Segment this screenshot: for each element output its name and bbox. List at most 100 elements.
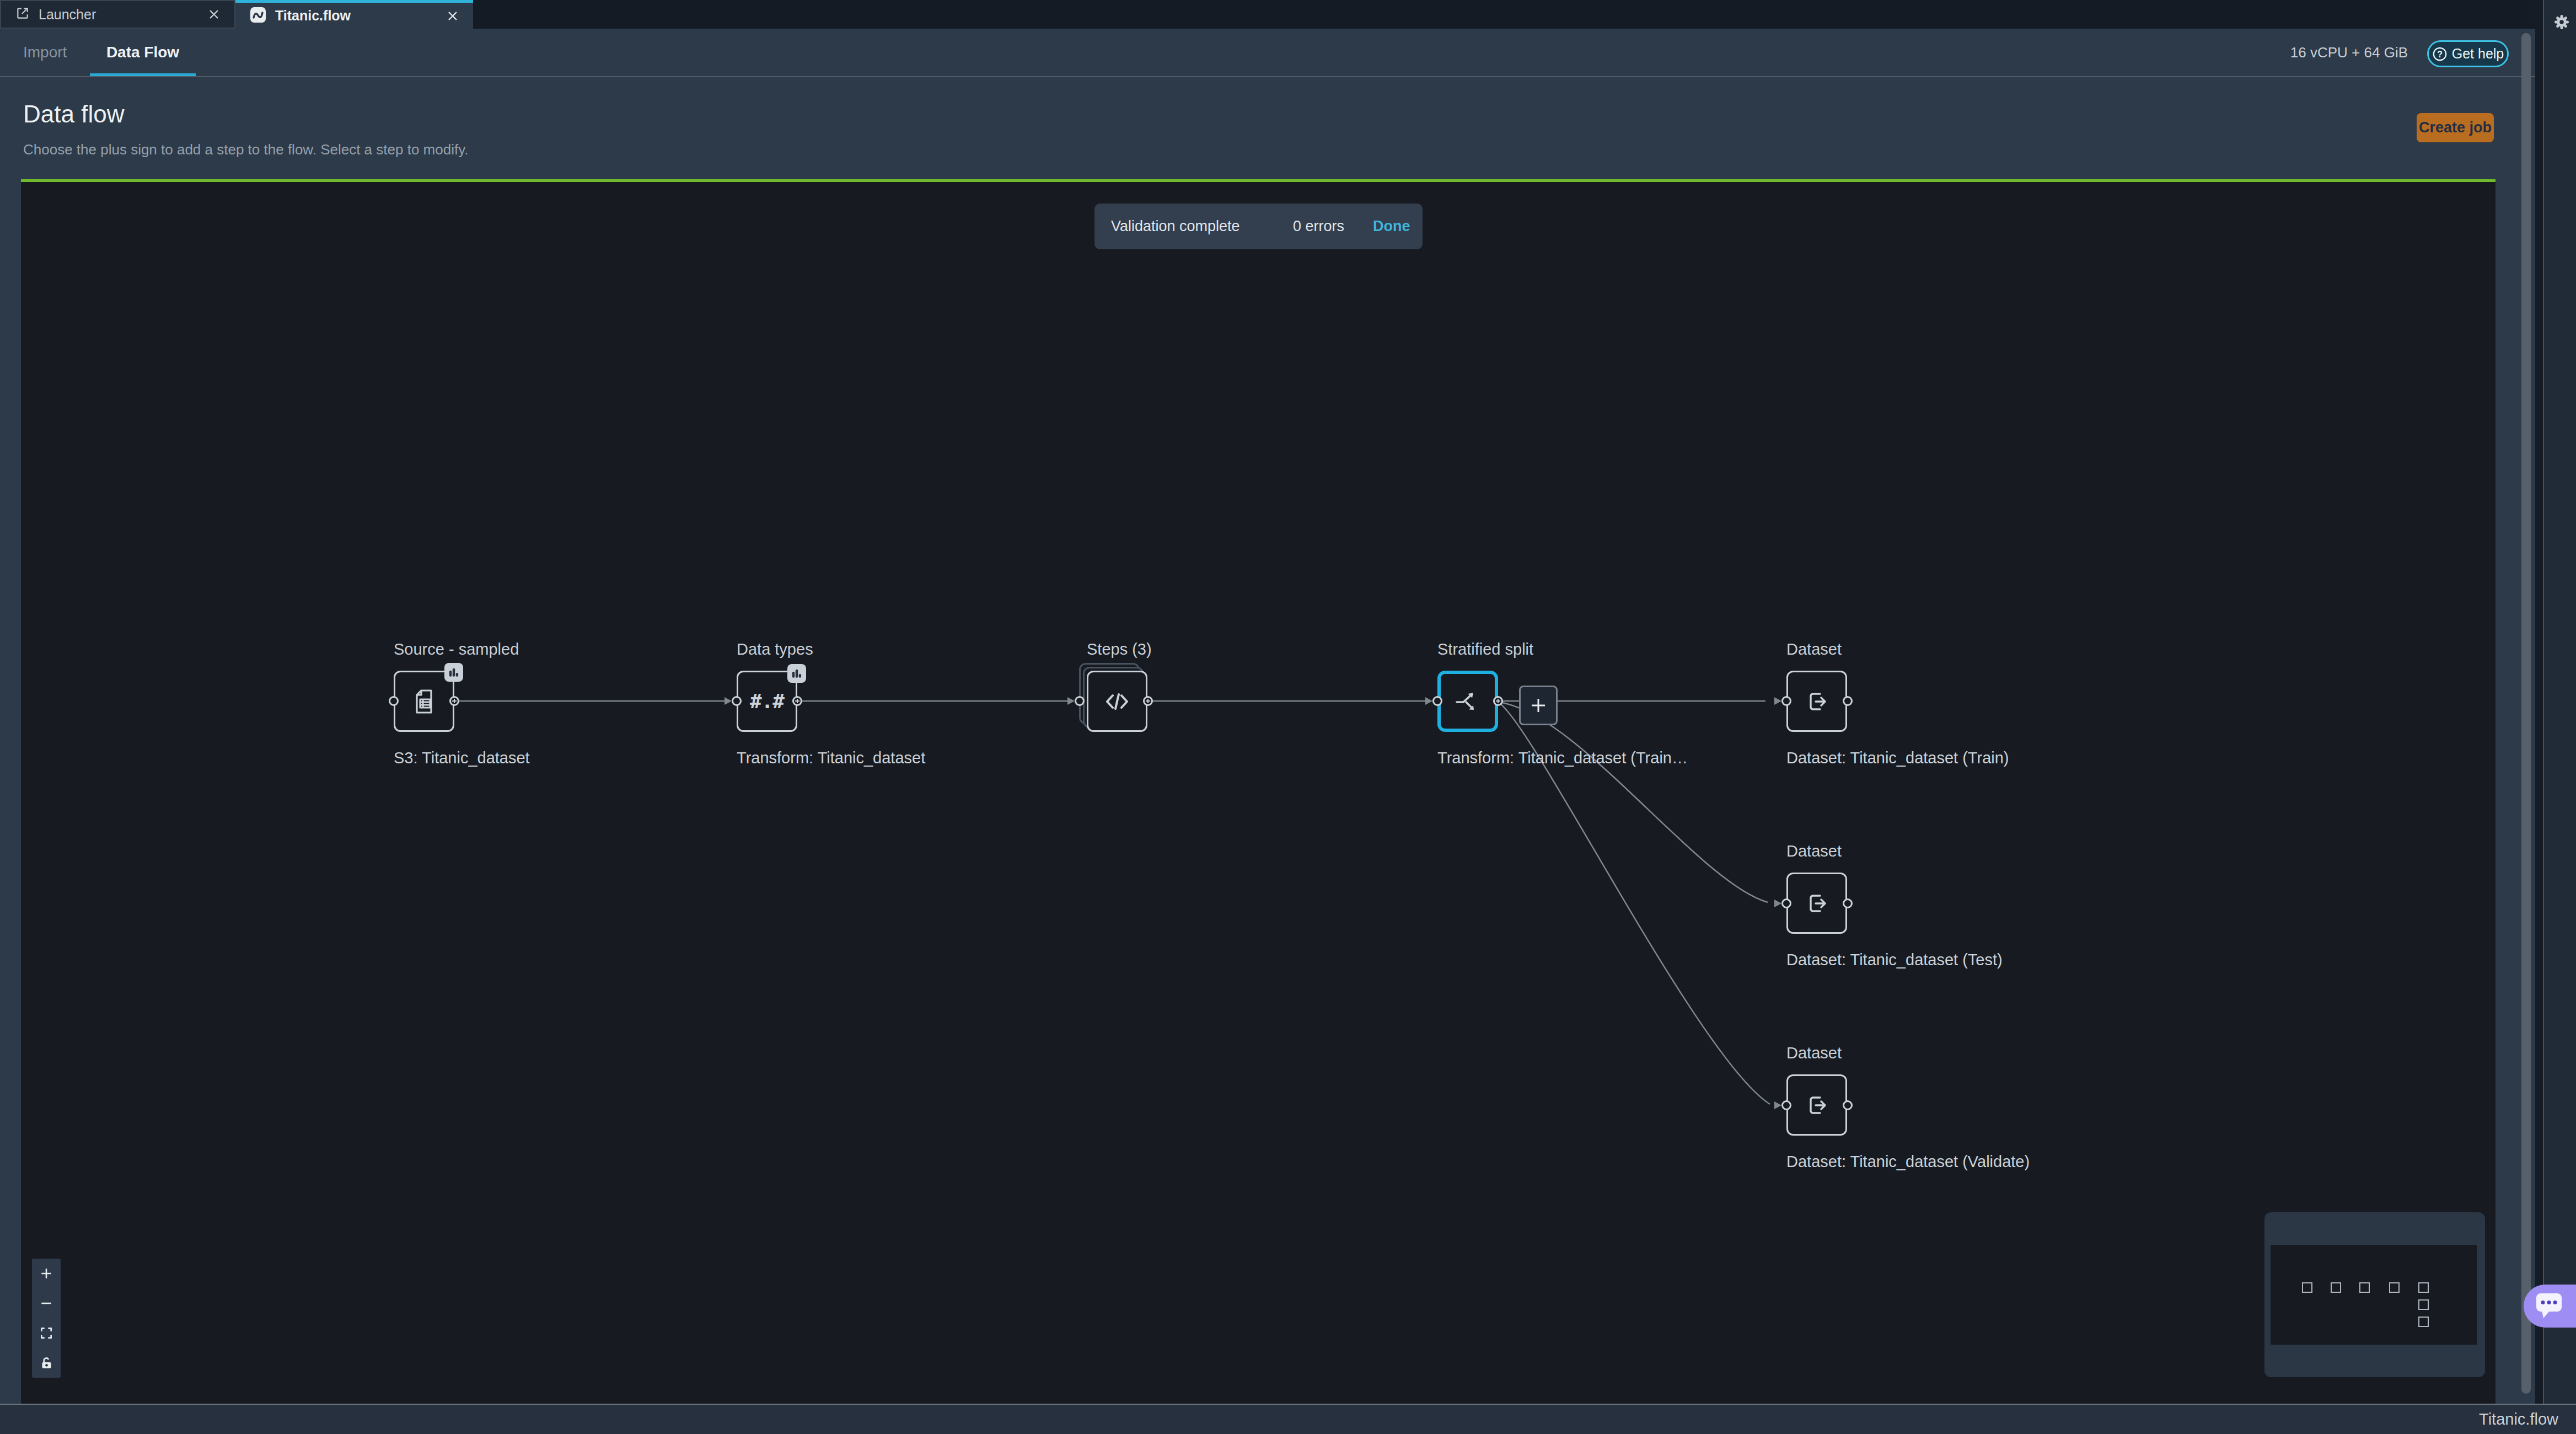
- validation-banner: Validation complete 0 errors Done: [1094, 204, 1423, 249]
- page-title: Data flow: [23, 100, 124, 128]
- svg-text:?: ?: [2437, 49, 2443, 58]
- node-dataset-validate-box[interactable]: [1786, 1074, 1847, 1136]
- insights-badge[interactable]: [444, 663, 463, 682]
- validation-status: Validation complete: [1111, 204, 1240, 249]
- node-data-types: Data types #.# Transform: Titanic_datase…: [737, 639, 797, 768]
- tab-launcher-label: Launcher: [39, 7, 199, 23]
- input-port[interactable]: [1781, 898, 1791, 908]
- page-header: Data flow Choose the plus sign to add a …: [0, 77, 2576, 179]
- node-title: Dataset: [1786, 841, 1847, 862]
- output-port[interactable]: [1493, 696, 1503, 706]
- toolbar: Import Data Flow 16 vCPU + 64 GiB ? Get …: [0, 29, 2576, 77]
- node-source: Source - sampled S3: Titanic_dataset: [394, 639, 454, 768]
- insights-badge[interactable]: [787, 664, 806, 683]
- output-port[interactable]: [792, 696, 802, 706]
- minimap[interactable]: [2264, 1212, 2485, 1377]
- node-title: Dataset: [1786, 1042, 1847, 1063]
- tab-data-flow[interactable]: Data Flow: [90, 29, 196, 76]
- zoom-out-button[interactable]: [32, 1288, 61, 1318]
- add-step-button[interactable]: [1519, 686, 1558, 725]
- document-icon: [409, 686, 439, 717]
- node-label: S3: Titanic_dataset: [394, 748, 454, 768]
- plus-icon: [1527, 694, 1549, 716]
- page-subtitle: Choose the plus sign to add a step to th…: [23, 141, 468, 158]
- tab-titanic-flow-label: Titanic.flow: [275, 8, 438, 24]
- code-icon: [1102, 686, 1133, 717]
- close-icon[interactable]: [447, 10, 459, 22]
- chat-button[interactable]: [2524, 1285, 2576, 1328]
- minimap-node: [2359, 1282, 2370, 1293]
- node-steps-box[interactable]: [1087, 671, 1147, 732]
- input-port[interactable]: [732, 696, 742, 706]
- create-job-button[interactable]: Create job: [2417, 113, 2494, 142]
- output-port[interactable]: [1143, 696, 1153, 706]
- node-dataset-test: Dataset Dataset: Titanic_dataset (Test): [1786, 841, 1847, 970]
- node-dataset-validate: Dataset Dataset: Titanic_dataset (Valida…: [1786, 1042, 1847, 1171]
- node-steps: Steps (3): [1087, 639, 1147, 732]
- right-rail: [2535, 0, 2543, 1405]
- flow-canvas[interactable]: [21, 179, 2496, 1404]
- output-port[interactable]: [1843, 898, 1853, 908]
- close-icon[interactable]: [208, 8, 220, 20]
- tab-launcher[interactable]: Launcher: [0, 0, 235, 29]
- export-icon: [1801, 686, 1832, 717]
- validation-errors: 0 errors: [1293, 204, 1344, 249]
- input-port[interactable]: [1432, 696, 1442, 706]
- lock-button[interactable]: [32, 1348, 61, 1378]
- right-sidebar: [2543, 0, 2576, 1405]
- get-help-button[interactable]: ? Get help: [2427, 40, 2509, 67]
- node-stratified-split: Stratified split Transform: Titanic_data…: [1437, 639, 1498, 768]
- export-icon: [1801, 1090, 1832, 1121]
- status-bar: Titanic.flow: [0, 1404, 2576, 1434]
- minimap-node: [2418, 1282, 2429, 1293]
- zoom-in-button[interactable]: [32, 1259, 61, 1288]
- flow-file-icon: [250, 7, 266, 25]
- resource-meter: 16 vCPU + 64 GiB: [2290, 29, 2408, 76]
- minimap-node: [2418, 1299, 2429, 1310]
- node-label: Dataset: Titanic_dataset (Validate): [1786, 1152, 1847, 1171]
- bar-chart-icon: [791, 667, 803, 679]
- tab-titanic-flow[interactable]: Titanic.flow: [235, 0, 473, 29]
- node-title: Steps (3): [1087, 639, 1147, 660]
- node-dataset-test-box[interactable]: [1786, 873, 1847, 934]
- fit-view-button[interactable]: [32, 1318, 61, 1348]
- bar-chart-icon: [448, 666, 460, 678]
- split-icon: [1452, 686, 1483, 717]
- node-label: Transform: Titanic_dataset: [737, 748, 797, 768]
- input-port[interactable]: [1075, 696, 1085, 706]
- export-icon: [1801, 888, 1832, 919]
- minimap-node: [2331, 1282, 2341, 1293]
- tab-bar: Launcher Titanic.flow: [0, 0, 2576, 29]
- node-dataset-train: Dataset Dataset: Titanic_dataset (Train): [1786, 639, 1847, 768]
- chat-bubble-icon: [2536, 1293, 2563, 1320]
- node-title: Dataset: [1786, 639, 1847, 660]
- node-label: Dataset: Titanic_dataset (Test): [1786, 950, 1847, 970]
- node-label: Transform: Titanic_dataset (Train…: [1437, 748, 1498, 768]
- input-port[interactable]: [389, 696, 399, 706]
- tab-import[interactable]: Import: [23, 29, 67, 76]
- node-dataset-train-box[interactable]: [1786, 671, 1847, 732]
- output-port[interactable]: [1843, 696, 1853, 706]
- validation-done-button[interactable]: Done: [1373, 204, 1410, 249]
- output-port[interactable]: [449, 696, 459, 706]
- status-filename: Titanic.flow: [2479, 1410, 2558, 1428]
- input-port[interactable]: [1781, 696, 1791, 706]
- node-stratified-split-box[interactable]: [1437, 671, 1498, 732]
- active-tab-underline: [90, 73, 196, 76]
- node-label: Dataset: Titanic_dataset (Train): [1786, 748, 1847, 768]
- question-icon: ?: [2432, 46, 2448, 62]
- minimap-node: [2389, 1282, 2400, 1293]
- canvas-controls: [32, 1259, 61, 1378]
- node-title: Data types: [737, 639, 797, 660]
- node-title: Source - sampled: [394, 639, 454, 660]
- minimap-node: [2302, 1282, 2312, 1293]
- scrollbar[interactable]: [2521, 33, 2531, 1394]
- gear-icon[interactable]: [2552, 12, 2572, 32]
- input-port[interactable]: [1781, 1100, 1791, 1110]
- external-link-icon: [15, 6, 30, 23]
- minimap-viewport: [2271, 1245, 2477, 1345]
- minimap-node: [2418, 1317, 2429, 1327]
- node-title: Stratified split: [1437, 639, 1498, 660]
- output-port[interactable]: [1843, 1100, 1853, 1110]
- number-format-icon: #.#: [750, 690, 784, 713]
